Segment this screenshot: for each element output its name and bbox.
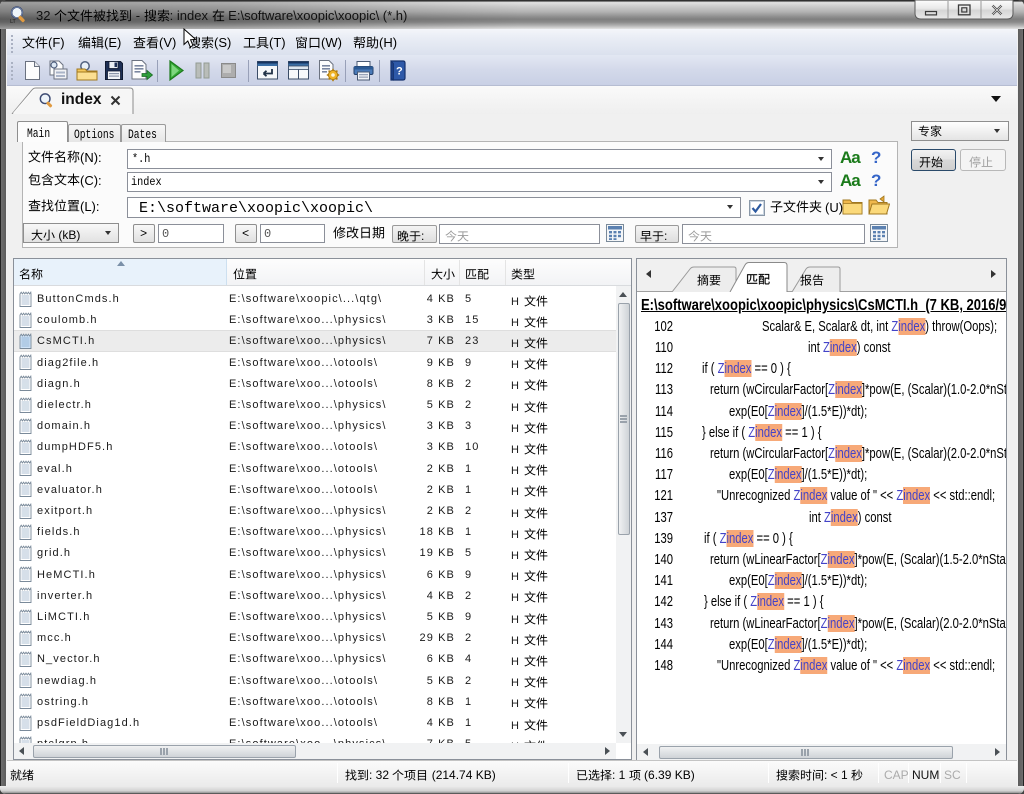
svg-text:LT: LT [10, 19, 16, 24]
svg-text:?: ? [396, 66, 403, 78]
